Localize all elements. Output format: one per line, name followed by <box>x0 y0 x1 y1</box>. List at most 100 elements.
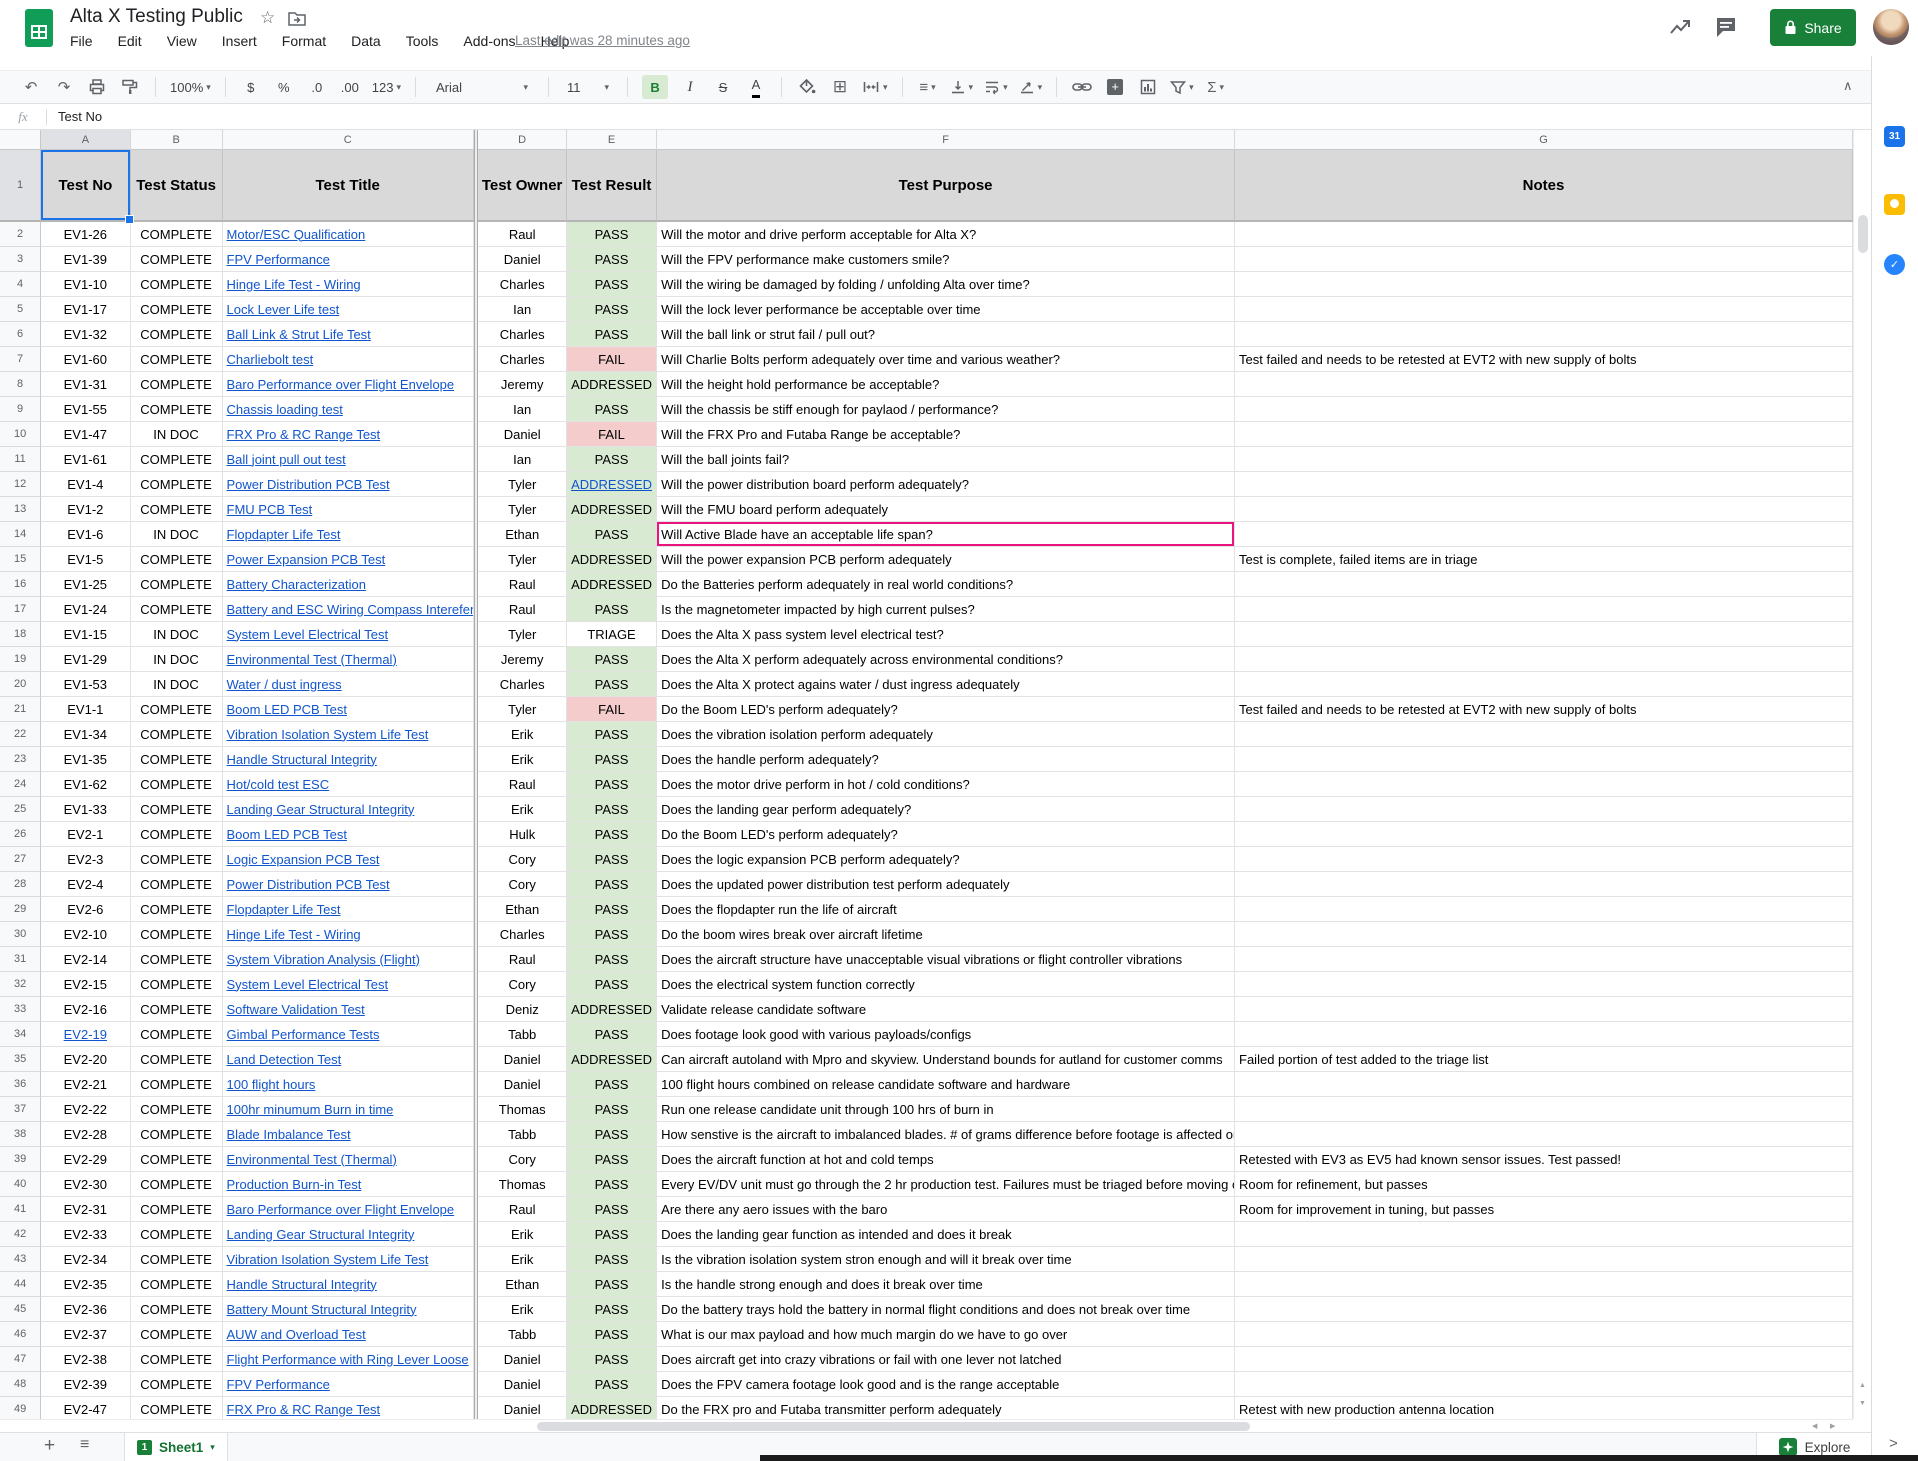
cell-test-no[interactable]: EV1-62 <box>41 772 130 797</box>
cell-notes[interactable] <box>1235 472 1853 497</box>
insert-chart-button[interactable] <box>1137 75 1159 99</box>
cell-notes[interactable]: Test is complete, failed items are in tr… <box>1235 547 1853 572</box>
cell-test-owner[interactable]: Raul <box>478 572 566 597</box>
cell-test-result[interactable]: FAIL <box>567 422 657 447</box>
more-formats-button[interactable]: 123▾ <box>372 75 401 99</box>
cell-test-purpose[interactable]: Do the Boom LED's perform adequately? <box>657 822 1235 847</box>
cell-test-owner[interactable]: Jeremy <box>478 372 566 397</box>
cell-notes[interactable] <box>1235 1097 1853 1122</box>
move-to-folder-icon[interactable] <box>288 11 306 26</box>
cell-test-no[interactable]: EV1-2 <box>41 497 130 522</box>
cell-test-purpose[interactable]: Will the power distribution board perfor… <box>657 472 1235 497</box>
cell-test-no[interactable]: EV2-47 <box>41 1397 130 1419</box>
row-number[interactable]: 9 <box>0 397 41 422</box>
row-number[interactable]: 38 <box>0 1122 41 1147</box>
cell-notes[interactable] <box>1235 422 1853 447</box>
cell-test-owner[interactable]: Tabb <box>478 1122 566 1147</box>
cell-test-no[interactable]: EV2-4 <box>41 872 130 897</box>
fill-handle[interactable] <box>125 215 134 224</box>
cell-test-result[interactable]: ADDRESSED <box>567 472 657 497</box>
row-number[interactable]: 37 <box>0 1097 41 1122</box>
cell-test-purpose[interactable]: Will the motor and drive perform accepta… <box>657 222 1235 247</box>
cell-test-owner[interactable]: Tabb <box>478 1322 566 1347</box>
row-number[interactable]: 40 <box>0 1172 41 1197</box>
print-button[interactable] <box>86 75 108 99</box>
cell-test-no[interactable]: EV2-14 <box>41 947 130 972</box>
cell-test-owner[interactable]: Cory <box>478 872 566 897</box>
cell-test-result[interactable]: PASS <box>567 947 657 972</box>
cell-test-no[interactable]: EV2-10 <box>41 922 130 947</box>
cell-test-title-link[interactable]: Handle Structural Integrity <box>223 747 474 772</box>
cell-test-purpose[interactable]: Is the magnetometer impacted by high cur… <box>657 597 1235 622</box>
menu-format[interactable]: Format <box>282 33 326 49</box>
cell-test-purpose[interactable]: Will the ball joints fail? <box>657 447 1235 472</box>
cell-test-result[interactable]: PASS <box>567 1197 657 1222</box>
cell-test-no[interactable]: EV1-1 <box>41 697 130 722</box>
row-number[interactable]: 36 <box>0 1072 41 1097</box>
cell-notes[interactable] <box>1235 397 1853 422</box>
menu-addons[interactable]: Add-ons <box>463 33 515 49</box>
cell-test-title-link[interactable]: Flopdapter Life Test <box>223 897 474 922</box>
cell-test-purpose[interactable]: Will Active Blade have an acceptable lif… <box>657 522 1235 547</box>
calendar-icon[interactable]: 31 <box>1884 126 1905 147</box>
cell-test-no[interactable]: EV1-6 <box>41 522 130 547</box>
cell-test-no[interactable]: EV1-47 <box>41 422 130 447</box>
add-sheet-button[interactable]: + <box>44 1435 55 1457</box>
cell-notes[interactable] <box>1235 1022 1853 1047</box>
header-test-title[interactable]: Test Title <box>223 150 474 222</box>
cell-test-result[interactable]: PASS <box>567 897 657 922</box>
cell-test-purpose[interactable]: Does the landing gear function as intend… <box>657 1222 1235 1247</box>
cell-test-no[interactable]: EV2-35 <box>41 1272 130 1297</box>
cell-test-owner[interactable]: Ethan <box>478 522 566 547</box>
cell-test-result[interactable]: PASS <box>567 1097 657 1122</box>
cell-test-status[interactable]: COMPLETE <box>131 997 223 1022</box>
row-number[interactable]: 33 <box>0 997 41 1022</box>
cell-test-owner[interactable]: Ian <box>478 447 566 472</box>
row-number[interactable]: 22 <box>0 722 41 747</box>
header-test-owner[interactable]: Test Owner <box>478 150 567 222</box>
row-number[interactable]: 16 <box>0 572 41 597</box>
cell-test-result[interactable]: PASS <box>567 1222 657 1247</box>
cell-test-purpose[interactable]: Does the updated power distribution test… <box>657 872 1235 897</box>
cell-test-result[interactable]: PASS <box>567 672 657 697</box>
row-number[interactable]: 39 <box>0 1147 41 1172</box>
cell-test-status[interactable]: COMPLETE <box>131 597 223 622</box>
cell-test-purpose[interactable]: Will the height hold performance be acce… <box>657 372 1235 397</box>
cell-test-no[interactable]: EV1-32 <box>41 322 130 347</box>
cell-test-no[interactable]: EV1-10 <box>41 272 130 297</box>
cell-notes[interactable] <box>1235 222 1853 247</box>
cell-test-owner[interactable]: Charles <box>478 922 566 947</box>
row-number[interactable]: 44 <box>0 1272 41 1297</box>
cell-test-owner[interactable]: Tyler <box>478 497 566 522</box>
insights-icon[interactable] <box>1668 16 1692 40</box>
cell-test-result[interactable]: ADDRESSED <box>567 1397 657 1419</box>
cell-test-purpose[interactable]: Does the vibration isolation perform ade… <box>657 722 1235 747</box>
cell-test-purpose[interactable]: Do the Boom LED's perform adequately? <box>657 697 1235 722</box>
cell-test-status[interactable]: COMPLETE <box>131 1097 223 1122</box>
cell-notes[interactable] <box>1235 672 1853 697</box>
cell-test-purpose[interactable]: Can aircraft autoland with Mpro and skyv… <box>657 1047 1235 1072</box>
cell-notes[interactable] <box>1235 822 1853 847</box>
vertical-scrollbar[interactable]: ▲ ▼ <box>1853 130 1871 1419</box>
scroll-down-icon[interactable]: ▼ <box>1859 1400 1866 1407</box>
cell-test-title-link[interactable]: Baro Performance over Flight Envelope <box>223 372 474 397</box>
cell-test-status[interactable]: COMPLETE <box>131 247 223 272</box>
cell-test-result[interactable]: PASS <box>567 597 657 622</box>
row-number[interactable]: 29 <box>0 897 41 922</box>
row-number[interactable]: 23 <box>0 747 41 772</box>
row-number[interactable]: 11 <box>0 447 41 472</box>
cell-test-owner[interactable]: Daniel <box>478 1347 566 1372</box>
cell-test-purpose[interactable]: Is the handle strong enough and does it … <box>657 1272 1235 1297</box>
cell-test-owner[interactable]: Daniel <box>478 1047 566 1072</box>
cell-test-title-link[interactable]: Flopdapter Life Test <box>223 522 474 547</box>
cell-test-title-link[interactable]: Environmental Test (Thermal) <box>223 1147 474 1172</box>
header-test-no[interactable]: Test No <box>41 150 130 222</box>
cell-test-purpose[interactable]: Does the Alta X perform adequately acros… <box>657 647 1235 672</box>
cell-notes[interactable] <box>1235 247 1853 272</box>
cell-test-result[interactable]: PASS <box>567 722 657 747</box>
cell-test-owner[interactable]: Tabb <box>478 1022 566 1047</box>
cell-test-status[interactable]: COMPLETE <box>131 1172 223 1197</box>
tasks-icon[interactable]: ✓ <box>1884 254 1905 275</box>
italic-button[interactable]: I <box>679 75 701 99</box>
cell-test-no[interactable]: EV2-3 <box>41 847 130 872</box>
